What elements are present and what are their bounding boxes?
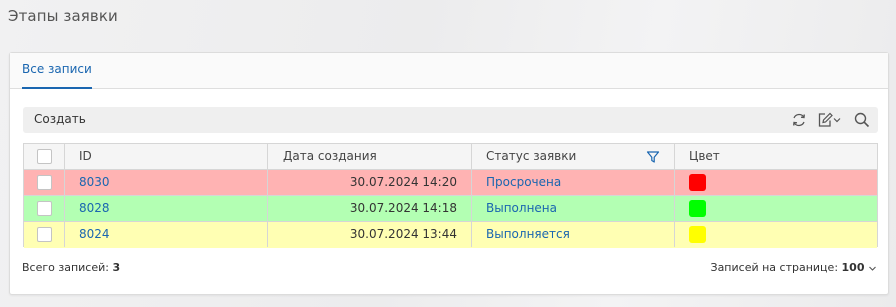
row-id-link[interactable]: 8028 xyxy=(65,196,268,221)
row-color-cell xyxy=(675,196,877,221)
table-row[interactable]: 8030 30.07.2024 14:20 Просрочена xyxy=(24,170,877,196)
page-size-selector[interactable]: Записей на странице: 100 xyxy=(711,261,877,274)
tabs-bar: Все записи xyxy=(10,53,888,89)
color-swatch xyxy=(689,174,706,191)
column-header-id[interactable]: ID xyxy=(65,144,268,169)
row-select-cell xyxy=(24,222,65,247)
row-status-link[interactable]: Выполнена xyxy=(472,196,675,221)
records-panel: Все записи Создать ID Дата создания Стат… xyxy=(9,52,889,295)
records-table: ID Дата создания Статус заявки Цвет 8030… xyxy=(23,143,878,248)
search-icon[interactable] xyxy=(853,111,871,129)
column-header-created[interactable]: Дата создания xyxy=(268,144,472,169)
row-status-link[interactable]: Выполняется xyxy=(472,222,675,247)
row-created-date: 30.07.2024 14:18 xyxy=(268,196,472,221)
color-swatch xyxy=(689,200,706,217)
row-select-cell xyxy=(24,170,65,195)
row-checkbox[interactable] xyxy=(37,227,52,242)
page-size-label: Записей на странице: xyxy=(710,261,839,274)
row-color-cell xyxy=(675,170,877,195)
row-status-link[interactable]: Просрочена xyxy=(472,170,675,195)
select-all-checkbox[interactable] xyxy=(37,149,52,164)
table-row[interactable]: 8028 30.07.2024 14:18 Выполнена xyxy=(24,196,877,222)
total-records-value: 3 xyxy=(112,261,121,274)
row-id-link[interactable]: 8024 xyxy=(65,222,268,247)
total-records-label: Всего записей: xyxy=(22,261,109,274)
row-select-cell xyxy=(24,196,65,221)
tab-all-records[interactable]: Все записи xyxy=(22,53,92,89)
row-created-date: 30.07.2024 14:20 xyxy=(268,170,472,195)
row-checkbox[interactable] xyxy=(37,201,52,216)
table-header-row: ID Дата создания Статус заявки Цвет xyxy=(24,144,877,170)
total-records: Всего записей: 3 xyxy=(22,261,120,274)
row-color-cell xyxy=(675,222,877,247)
chevron-down-icon[interactable] xyxy=(831,111,843,129)
column-header-color[interactable]: Цвет xyxy=(675,144,877,169)
header-select-cell xyxy=(24,144,65,169)
row-checkbox[interactable] xyxy=(37,175,52,190)
chevron-down-icon[interactable] xyxy=(868,264,877,273)
toolbar: Создать xyxy=(23,107,878,133)
table-row[interactable]: 8024 30.07.2024 13:44 Выполняется xyxy=(24,222,877,248)
row-id-link[interactable]: 8030 xyxy=(65,170,268,195)
color-swatch xyxy=(689,226,706,243)
refresh-icon[interactable] xyxy=(790,111,808,129)
row-created-date: 30.07.2024 13:44 xyxy=(268,222,472,247)
column-header-status-label: Статус заявки xyxy=(486,149,577,163)
column-header-status[interactable]: Статус заявки xyxy=(472,144,675,169)
page-size-value[interactable]: 100 xyxy=(842,261,865,274)
create-button[interactable]: Создать xyxy=(34,112,86,126)
filter-icon[interactable] xyxy=(646,150,660,164)
page-title: Этапы заявки xyxy=(8,7,118,25)
